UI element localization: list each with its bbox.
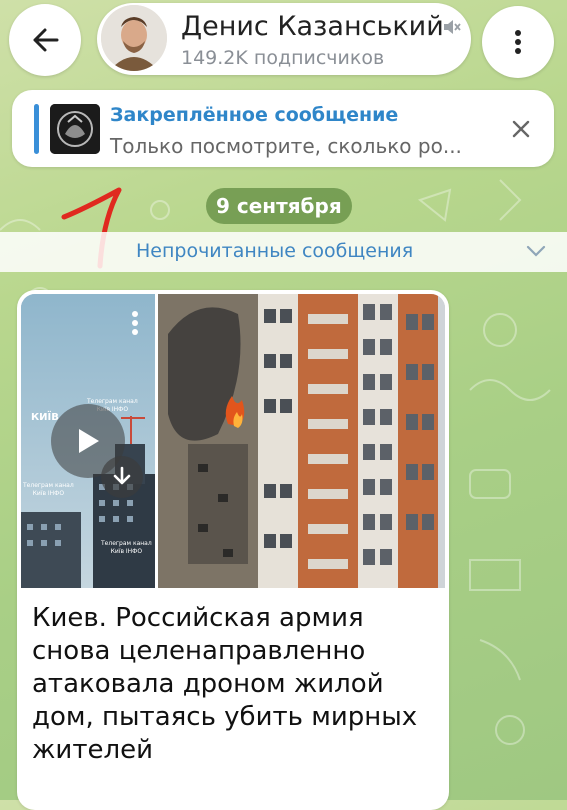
unread-messages-bar[interactable]: Непрочитанные сообщения xyxy=(0,232,567,272)
channel-avatar[interactable] xyxy=(101,5,167,71)
video-watermark: Телеграм канал Київ IНФО xyxy=(23,482,74,497)
pinned-message[interactable]: Закреплённое сообщение Только посмотрите… xyxy=(12,90,554,167)
video-attachment[interactable]: КИЇВ Телеграм канал Київ IНФО Телеграм ка… xyxy=(21,294,155,588)
post-text: Киев. Российская армия снова целенаправл… xyxy=(32,603,418,765)
chevron-down-icon xyxy=(526,245,546,257)
back-button[interactable] xyxy=(9,4,81,76)
close-icon xyxy=(512,120,530,138)
subscriber-count: 149.2K подписчиков xyxy=(181,47,385,69)
download-button[interactable] xyxy=(101,456,143,498)
mute-icon xyxy=(444,20,461,34)
more-options-button[interactable] xyxy=(482,6,554,78)
download-icon xyxy=(113,466,131,485)
photo-attachment[interactable] xyxy=(158,294,445,588)
video-watermark-logo: КИЇВ xyxy=(31,412,59,423)
arrow-left-icon xyxy=(33,28,59,52)
close-pinned-button[interactable] xyxy=(504,112,538,146)
play-icon xyxy=(79,429,99,453)
top-bar: Денис Казанський 149.2K подписчиков xyxy=(0,0,567,86)
channel-post: КИЇВ Телеграм канал Київ IНФО Телеграм ка… xyxy=(17,290,449,810)
date-separator: 9 сентября xyxy=(206,188,352,224)
channel-title: Денис Казанський xyxy=(181,11,444,42)
more-vertical-icon[interactable] xyxy=(131,310,139,336)
more-vertical-icon xyxy=(515,30,521,54)
pinned-title: Закреплённое сообщение xyxy=(110,104,399,126)
pinned-preview: Только посмотрите, сколько ро... xyxy=(110,134,462,158)
channel-info[interactable]: Денис Казанський 149.2K подписчиков xyxy=(97,3,471,75)
video-watermark: Телеграм канал Київ IНФО xyxy=(101,540,152,555)
pinned-accent-bar xyxy=(34,104,39,154)
pinned-thumbnail xyxy=(50,104,100,154)
unread-label: Непрочитанные сообщения xyxy=(136,240,414,262)
